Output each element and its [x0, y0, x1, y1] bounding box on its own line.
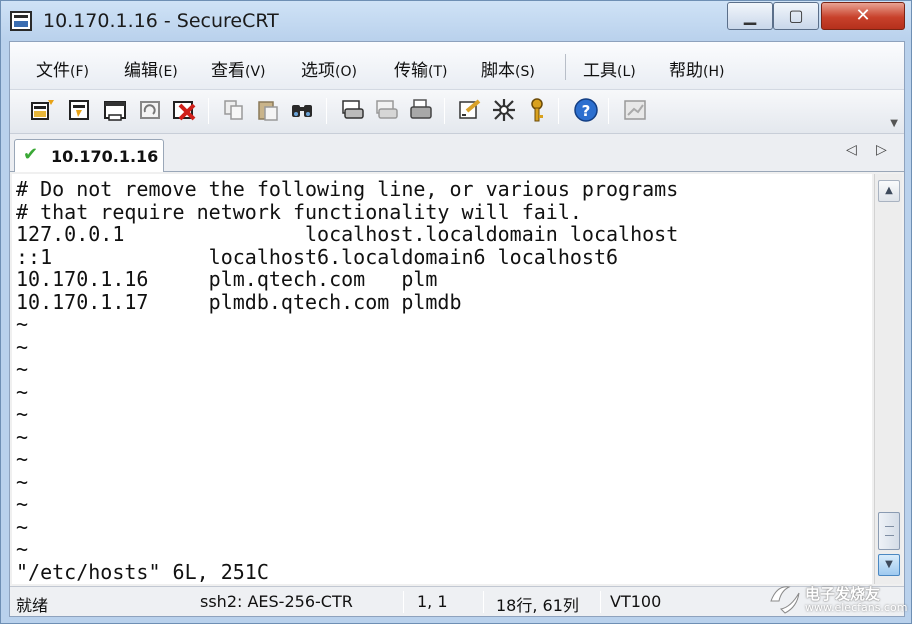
- terminal-status-line: "/etc/hosts" 6L, 251C: [16, 559, 269, 584]
- find-icon[interactable]: [289, 97, 315, 123]
- reconnect-icon[interactable]: [138, 97, 164, 123]
- menu-help[interactable]: 帮助(H): [669, 56, 724, 81]
- toolbar: ? ▼: [10, 90, 904, 134]
- help-icon[interactable]: ?: [573, 97, 599, 123]
- menu-script[interactable]: 脚本(S): [481, 56, 535, 81]
- toolbar-separator: [608, 98, 609, 124]
- terminal-scrollbar[interactable]: ▲ ▼: [874, 174, 902, 584]
- scroll-up-button[interactable]: ▲: [878, 180, 900, 202]
- svg-text:?: ?: [582, 102, 591, 120]
- status-cursor-position: 1, 1: [417, 592, 448, 611]
- client-area: 文件(F) 编辑(E) 查看(V) 选项(O) 传输(T) 脚本(S) 工具(L…: [9, 41, 905, 617]
- connect-in-tab-icon[interactable]: [103, 97, 129, 123]
- disconnect-icon[interactable]: [172, 97, 198, 123]
- minimize-button[interactable]: ▁: [727, 2, 773, 30]
- terminal-line: ~: [16, 402, 29, 426]
- watermark-url: www.elecfans.com: [805, 601, 908, 614]
- menu-separator: [565, 54, 566, 80]
- status-separator: [483, 591, 484, 613]
- quick-connect-icon[interactable]: [68, 97, 94, 123]
- scroll-thumb[interactable]: [878, 512, 900, 550]
- securecrt-app-icon[interactable]: [10, 11, 32, 31]
- toolbar-overflow-chevron[interactable]: ▼: [890, 118, 898, 129]
- close-button[interactable]: ✕: [821, 2, 905, 30]
- terminal-line: # that require network functionality wil…: [16, 199, 582, 224]
- session-tab-label: 10.170.1.16: [51, 147, 159, 166]
- menu-view[interactable]: 查看(V): [211, 56, 266, 81]
- terminal-line: ~: [16, 469, 29, 494]
- toolbar-separator: [326, 98, 327, 124]
- copy-icon[interactable]: [221, 97, 247, 123]
- window-title: 10.170.1.16 - SecureCRT: [43, 10, 279, 32]
- paste-icon[interactable]: [255, 97, 281, 123]
- toolbar-separator: [208, 98, 209, 124]
- terminal-line: ~: [16, 357, 29, 381]
- watermark-logo-icon: [770, 586, 800, 614]
- status-ready: 就绪: [16, 596, 49, 615]
- terminal-line: ~: [16, 492, 29, 516]
- menu-transfer[interactable]: 传输(T): [394, 56, 447, 81]
- terminal-line: ~: [16, 334, 29, 359]
- terminal-line: ~: [16, 537, 29, 561]
- maximize-button[interactable]: ▢: [773, 2, 819, 30]
- session-options-icon[interactable]: [457, 97, 483, 123]
- terminal-line: 10.170.1.17 plmdb.qtech.com plmdb: [16, 289, 462, 314]
- status-emulation: VT100: [610, 592, 662, 611]
- toolbar-separator: [444, 98, 445, 124]
- terminal-line: ~: [16, 424, 29, 449]
- tab-scroll-left-icon[interactable]: ◁: [846, 142, 857, 158]
- terminal-line: 10.170.1.16 plm.qtech.com plm: [16, 267, 438, 291]
- session-tab-bar: ✔ 10.170.1.16 ◁ ▷: [10, 134, 904, 172]
- terminal-line: # Do not remove the following line, or v…: [16, 177, 679, 201]
- terminal-line: ~: [16, 312, 29, 336]
- menu-options[interactable]: 选项(O): [301, 56, 357, 81]
- terminal-line: ~: [16, 447, 29, 471]
- toolbar-separator: [558, 98, 559, 124]
- print-setup-icon[interactable]: [340, 97, 366, 123]
- terminal-line: 127.0.0.1 localhost.localdomain localhos…: [16, 222, 679, 246]
- session-tab[interactable]: ✔ 10.170.1.16: [14, 139, 164, 172]
- terminal-screen[interactable]: # Do not remove the following line, or v…: [12, 174, 872, 584]
- securecrt-window: 10.170.1.16 - SecureCRT ▁ ▢ ✕ 文件(F) 编辑(E…: [0, 0, 912, 624]
- sftp-icon[interactable]: [622, 97, 648, 123]
- scroll-down-button[interactable]: ▼: [878, 554, 900, 576]
- menu-bar: 文件(F) 编辑(E) 查看(V) 选项(O) 传输(T) 脚本(S) 工具(L…: [10, 42, 904, 90]
- menu-file[interactable]: 文件(F): [36, 56, 89, 81]
- menu-tools[interactable]: 工具(L): [583, 56, 636, 81]
- print-selection-icon[interactable]: [374, 97, 400, 123]
- menu-edit[interactable]: 编辑(E): [124, 56, 178, 81]
- terminal-line: ~: [16, 379, 29, 404]
- title-bar[interactable]: 10.170.1.16 - SecureCRT ▁ ▢ ✕: [1, 1, 911, 41]
- keymap-editor-icon[interactable]: [491, 97, 517, 123]
- key-icon[interactable]: [524, 97, 550, 123]
- connected-check-icon: ✔: [23, 144, 39, 165]
- connect-icon[interactable]: [30, 97, 56, 123]
- status-separator: [600, 591, 601, 613]
- status-terminal-size: 18行, 61列: [496, 596, 579, 615]
- tab-scroll-right-icon[interactable]: ▷: [876, 142, 887, 158]
- status-cipher: ssh2: AES-256-CTR: [200, 592, 353, 611]
- terminal-line: ::1 localhost6.localdomain6 localhost6: [16, 244, 619, 269]
- terminal-line: ~: [16, 514, 29, 539]
- watermark: 电子发烧友 www.elecfans.com: [767, 579, 907, 619]
- print-icon[interactable]: [408, 97, 434, 123]
- status-separator: [403, 591, 404, 613]
